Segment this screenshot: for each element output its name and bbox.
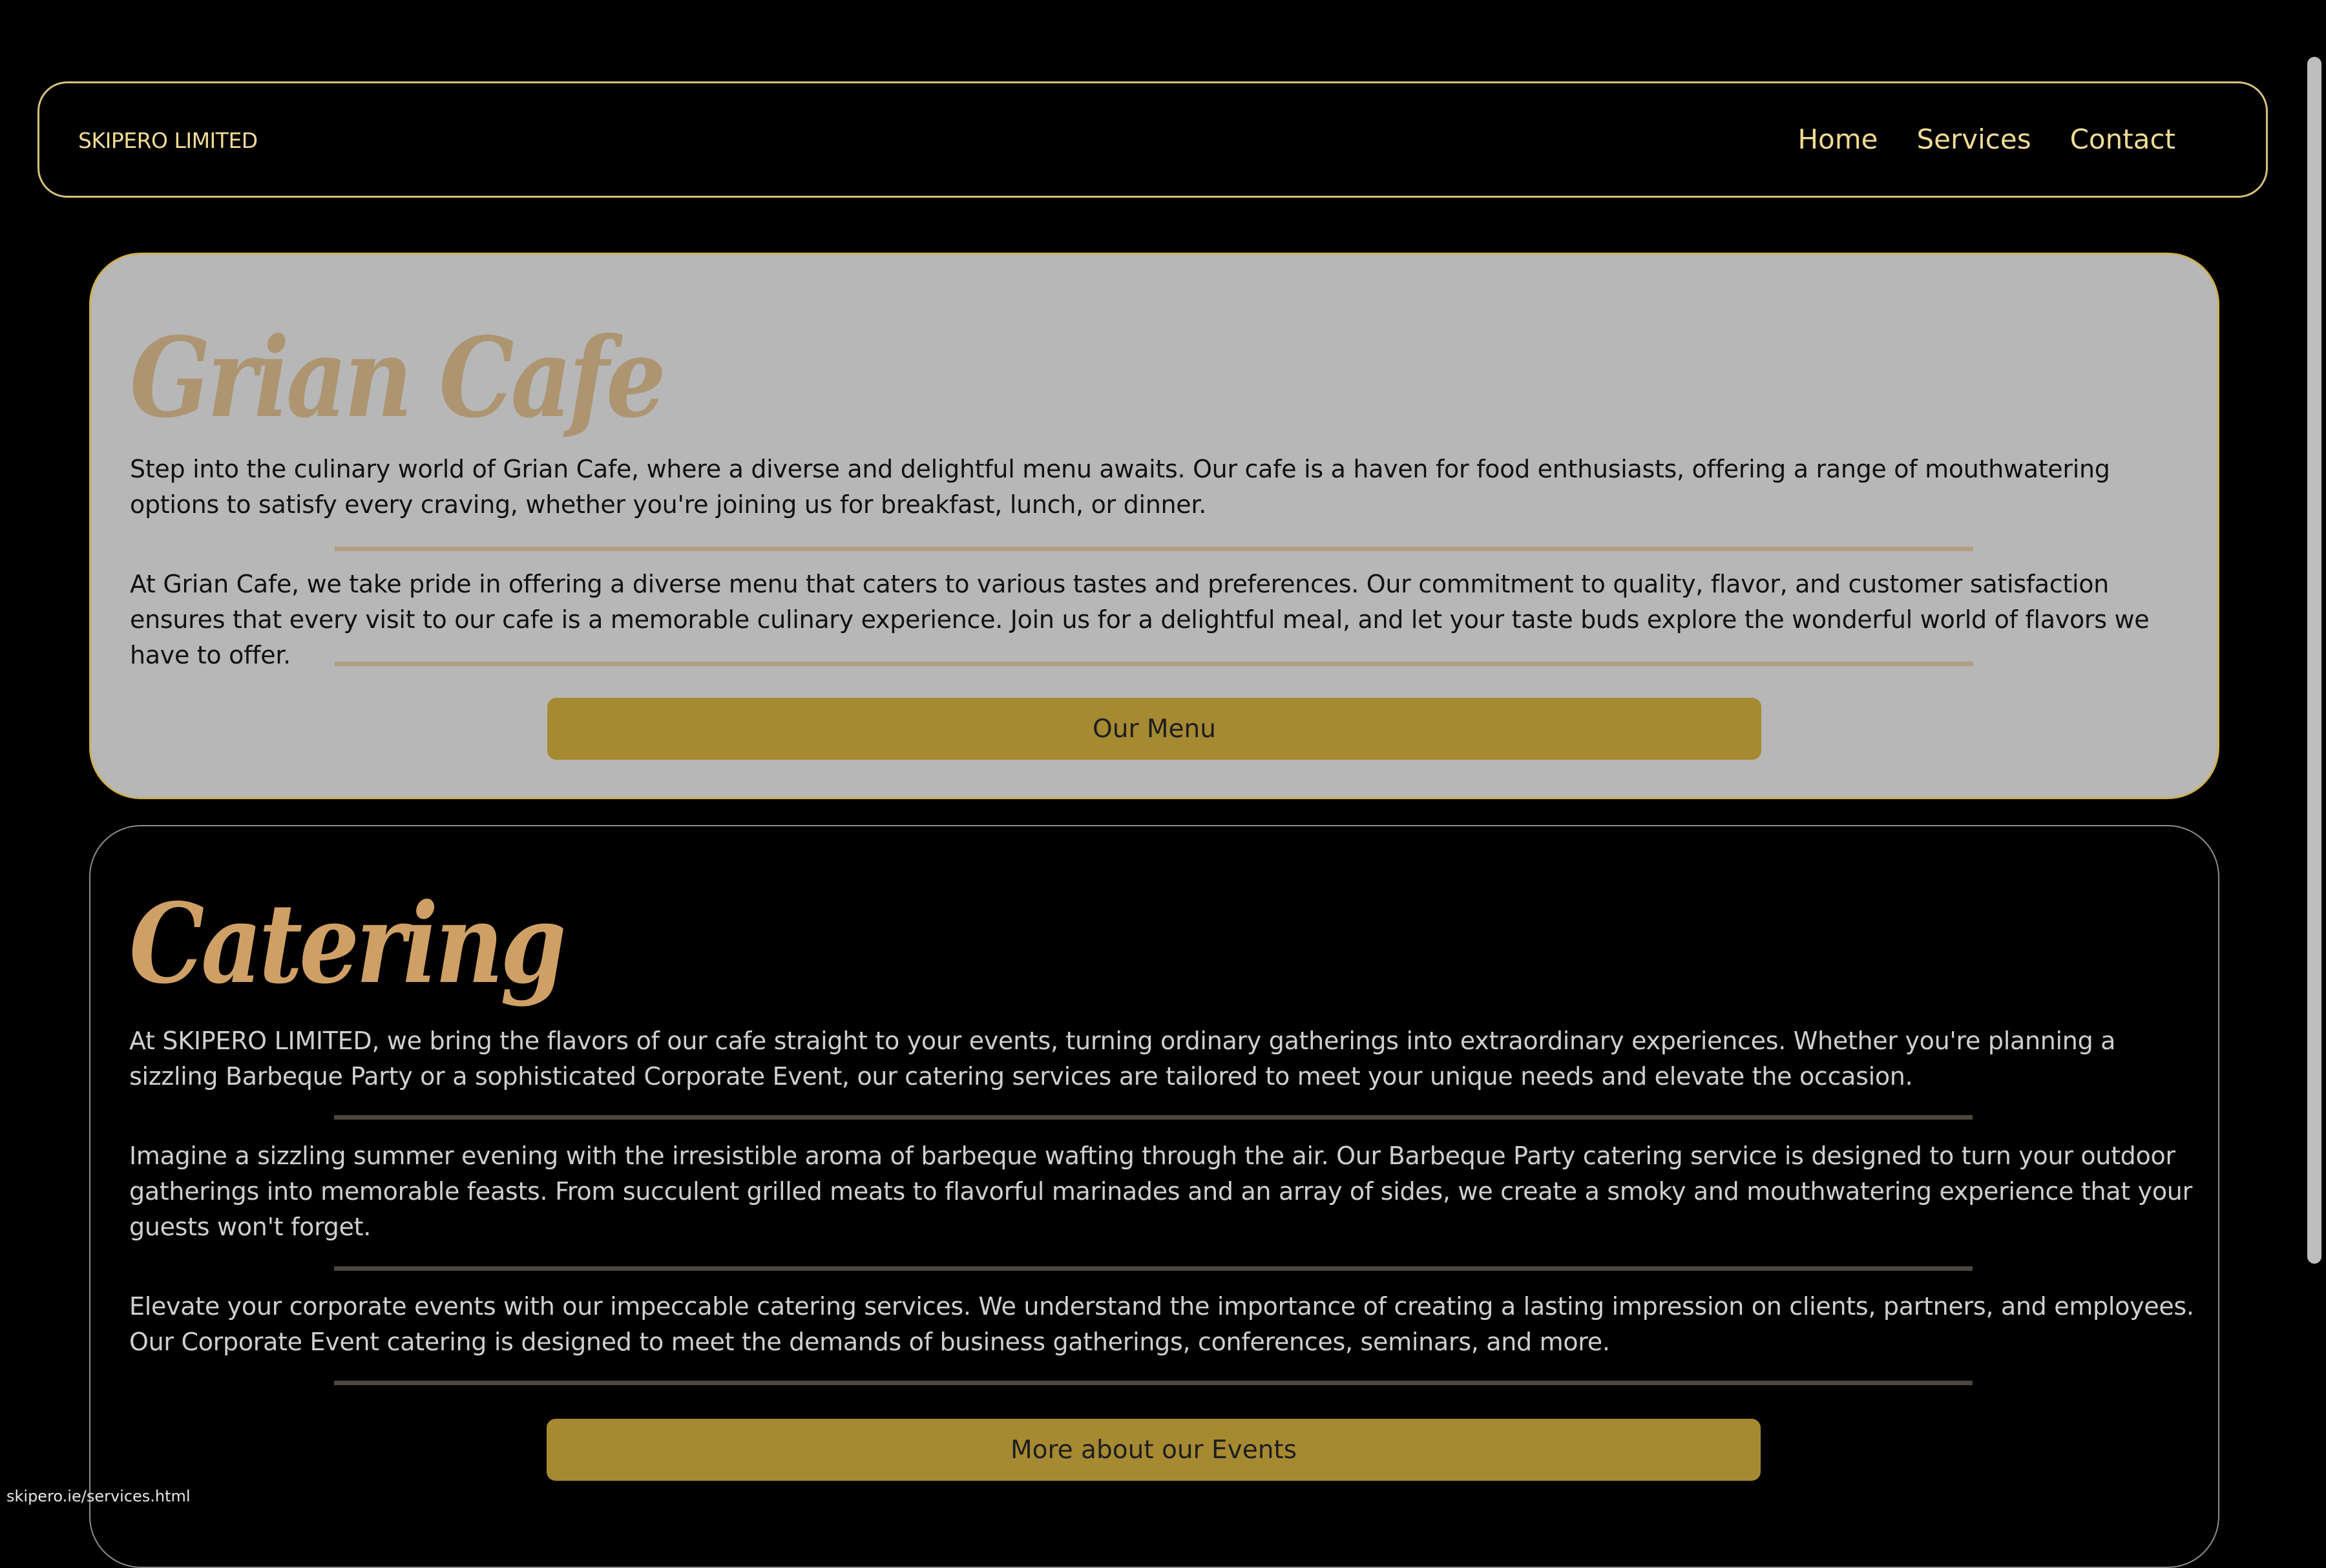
nav-link-services[interactable]: Services [1916,126,2031,153]
nav-links: Home Services Contact [1797,126,2175,153]
section-divider [335,662,1973,666]
catering-barbeque-paragraph: Imagine a sizzling summer evening with t… [129,1142,2192,1241]
cafe-menu-paragraph: At Grian Cafe, we take pride in offering… [130,570,2150,669]
section-divider [334,1381,1973,1385]
cafe-intro-paragraph: Step into the culinary world of Grian Ca… [130,455,2110,519]
catering-intro-paragraph: At SKIPERO LIMITED, we bring the flavors… [129,1027,2116,1091]
cafe-title: Grian Cafe [130,313,666,443]
nav-link-contact[interactable]: Contact [2070,126,2175,153]
catering-corporate-paragraph: Elevate your corporate events with our i… [129,1292,2194,1356]
events-button[interactable]: More about our Events [547,1419,1761,1481]
status-bar-url: skipero.ie/services.html [6,1487,191,1505]
nav-link-home[interactable]: Home [1797,126,1878,153]
catering-title: Catering [129,879,567,1009]
cafe-section: Grian Cafe Step into the culinary world … [89,253,2219,799]
our-menu-button[interactable]: Our Menu [547,698,1761,760]
vertical-scrollbar[interactable] [2307,57,2321,1264]
section-divider [334,1115,1973,1120]
catering-section: Catering At SKIPERO LIMITED, we bring th… [89,825,2219,1568]
section-divider [335,547,1973,551]
section-divider [334,1266,1973,1271]
navbar: SKIPERO LIMITED Home Services Contact [37,81,2268,198]
brand-logo-text[interactable]: SKIPERO LIMITED [78,130,258,151]
